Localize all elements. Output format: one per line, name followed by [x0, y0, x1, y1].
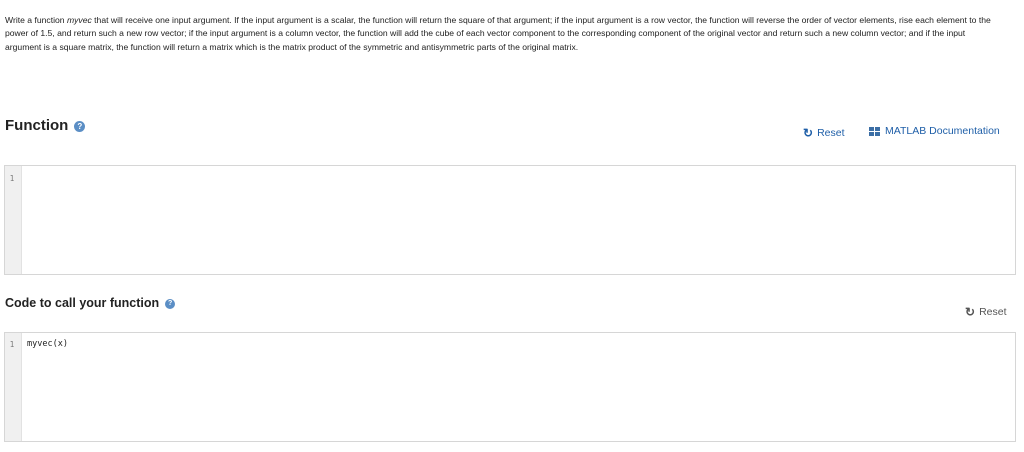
question-circle-icon[interactable]: ? [74, 120, 86, 132]
call-reset-label: Reset [979, 306, 1007, 318]
function-code-editor[interactable]: 1 [4, 165, 1016, 275]
line-number: 1 [9, 340, 15, 349]
call-reset-button[interactable]: ↻ Reset [965, 305, 1007, 319]
matlab-doc-icon [869, 126, 880, 136]
function-reset-button[interactable]: ↻ Reset [803, 126, 845, 140]
call-code-editor[interactable]: 1 myvec(x) [4, 332, 1016, 442]
problem-description: Write a function myvec that will receive… [5, 14, 995, 54]
function-reset-label: Reset [817, 127, 845, 139]
function-section-title: Function ? [5, 117, 86, 134]
call-editor-gutter [5, 333, 22, 441]
line-number: 1 [9, 174, 15, 183]
refresh-icon: ↻ [965, 305, 976, 319]
function-title-label: Function [5, 117, 69, 134]
question-circle-icon[interactable]: ? [165, 298, 176, 309]
problem-text: that will receive one input argument. If… [5, 15, 991, 52]
call-title-label: Code to call your function [5, 296, 160, 310]
problem-prefix: Write a function [5, 15, 67, 25]
call-code-text[interactable]: myvec(x) [27, 339, 68, 349]
call-section-title: Code to call your function ? [5, 296, 176, 310]
refresh-icon: ↻ [803, 126, 814, 140]
matlab-documentation-label: MATLAB Documentation [885, 125, 1000, 137]
problem-function-name: myvec [66, 15, 92, 25]
matlab-documentation-link[interactable]: MATLAB Documentation [869, 125, 1000, 137]
